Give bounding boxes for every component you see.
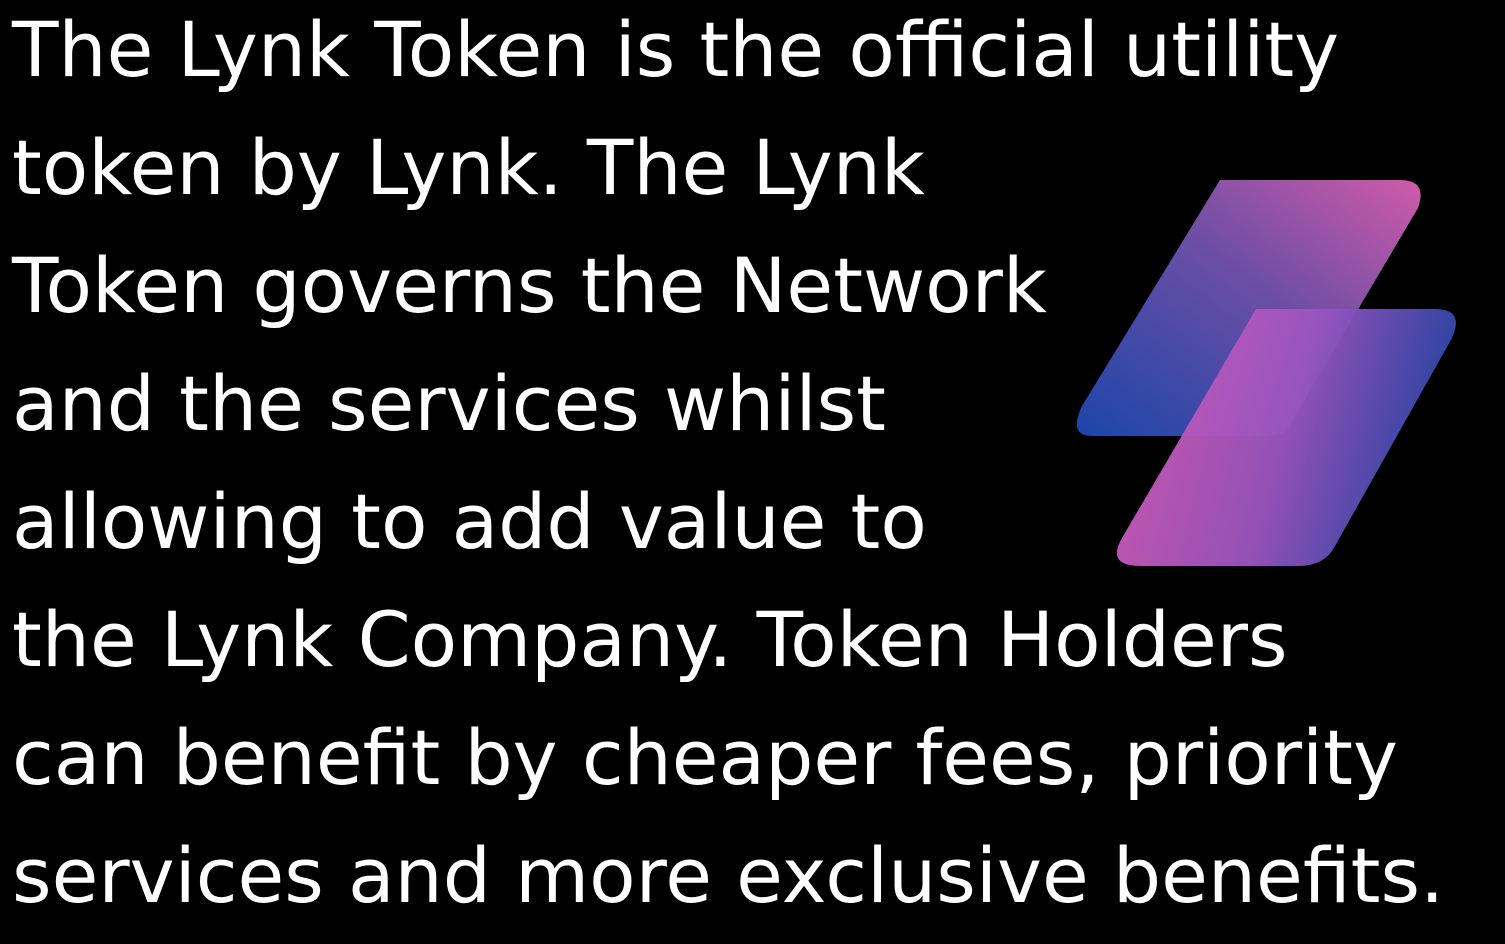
text-line: token by Lynk. The Lynk <box>12 123 925 212</box>
text-line: the Lynk Company. Token Holders <box>12 595 1288 684</box>
text-line: and the services whilst <box>12 359 886 448</box>
text-line: The Lynk Token is the official utility <box>12 5 1340 94</box>
text-line: can benefit by cheaper fees, priority <box>12 713 1398 802</box>
lynk-logo-icon <box>1076 180 1456 566</box>
text-line: Token governs the Network <box>12 241 1047 330</box>
text-line: services and more exclusive benefits. <box>12 831 1445 920</box>
text-line: allowing to add value to <box>12 477 927 566</box>
canvas: The Lynk Token is the official utility t… <box>0 0 1505 920</box>
